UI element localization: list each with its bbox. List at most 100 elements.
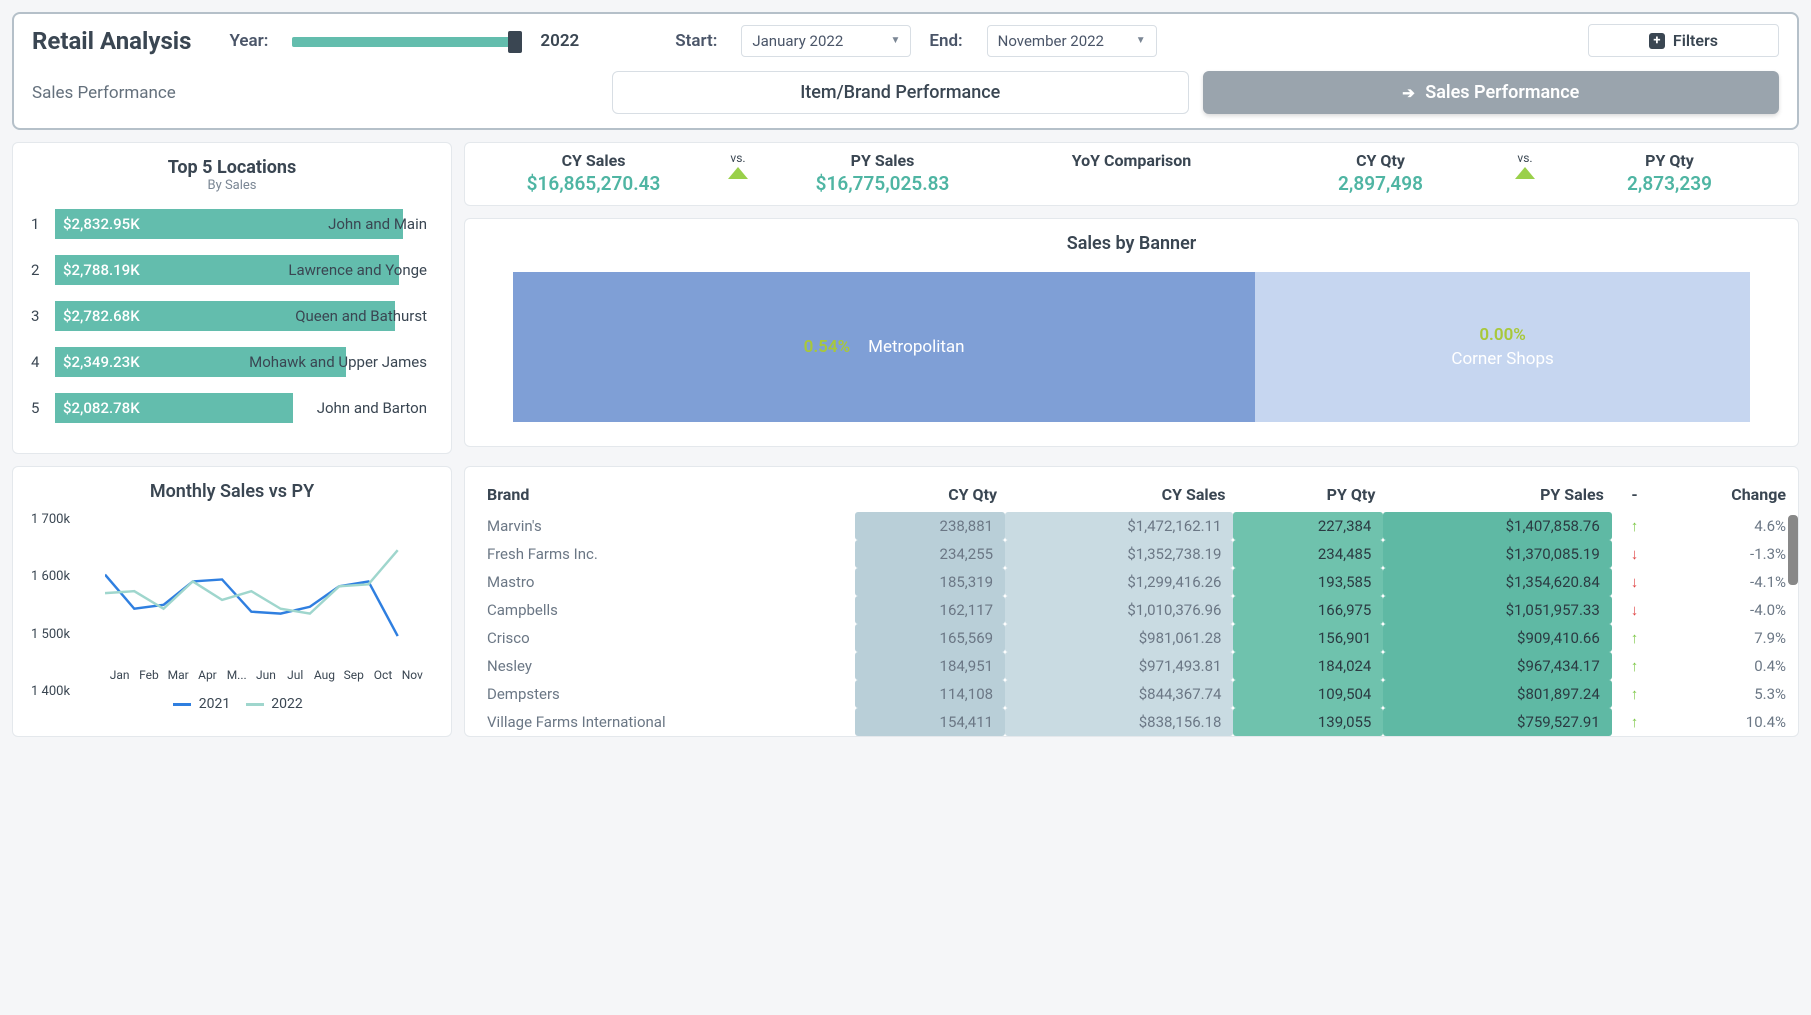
arrow-up-icon: ↑: [1631, 685, 1639, 703]
table-row[interactable]: Village Farms International154,411$838,1…: [479, 708, 1794, 736]
right-column-top: CY Sales $16,865,270.43 vs. PY Sales $16…: [464, 142, 1799, 454]
kpi-label: YoY Comparison: [1007, 151, 1256, 170]
cell-brand: Crisco: [479, 624, 855, 652]
filters-button[interactable]: + Filters: [1588, 24, 1779, 57]
vs-label: vs.: [1505, 151, 1545, 165]
monthly-chart[interactable]: 1 700k 1 600k 1 500k 1 400k JanFebMarApr…: [31, 512, 433, 712]
table-row[interactable]: Crisco165,569$981,061.28156,901$909,410.…: [479, 624, 1794, 652]
bar-outer: $2,832.95KJohn and Main: [55, 209, 433, 239]
col-direction[interactable]: -: [1612, 477, 1657, 512]
cell-cysales: $981,061.28: [1005, 624, 1233, 652]
bar-rank: 4: [31, 353, 45, 371]
banner-segment-corner-shops[interactable]: 0.00% Corner Shops: [1255, 272, 1750, 422]
end-date-value: November 2022: [998, 32, 1104, 50]
bar-rank: 2: [31, 261, 45, 279]
plus-icon: +: [1649, 33, 1665, 49]
cell-pyqty: 184,024: [1233, 652, 1383, 680]
x-tick: Sep: [339, 668, 368, 682]
kpi-yoy: YoY Comparison: [1007, 151, 1256, 170]
series-2021: [105, 575, 398, 636]
x-axis: JanFebMarAprM...JunJulAugSepOctNov: [105, 668, 427, 682]
bar-rank: 5: [31, 399, 45, 417]
cell-cysales: $1,299,416.26: [1005, 568, 1233, 596]
start-date-dropdown[interactable]: January 2022 ▼: [741, 25, 911, 57]
cell-cyqty: 185,319: [855, 568, 1005, 596]
cell-cysales: $1,352,738.19: [1005, 540, 1233, 568]
cell-pyqty: 139,055: [1233, 708, 1383, 736]
top5-bar-row[interactable]: 4 $2,349.23KMohawk and Upper James: [31, 347, 433, 377]
cell-change: 4.6%: [1657, 512, 1794, 540]
tab-sales-performance[interactable]: ➔ Sales Performance: [1203, 71, 1780, 114]
legend-label-2022: 2022: [271, 696, 302, 712]
table-row[interactable]: Dempsters114,108$844,367.74109,504$801,8…: [479, 680, 1794, 708]
cell-direction: ↓: [1612, 540, 1657, 568]
cell-pysales: $801,897.24: [1383, 680, 1611, 708]
legend-swatch-2021: [173, 703, 191, 706]
kpi-value: $16,775,025.83: [758, 172, 1007, 195]
legend-label-2021: 2021: [199, 696, 230, 712]
brand-table: Brand CY Qty CY Sales PY Qty PY Sales - …: [479, 477, 1794, 736]
year-value: 2022: [540, 31, 579, 51]
table-row[interactable]: Marvin's238,881$1,472,162.11227,384$1,40…: [479, 512, 1794, 540]
col-cysales[interactable]: CY Sales: [1005, 477, 1233, 512]
cell-brand: Mastro: [479, 568, 855, 596]
header-row-tabs: Sales Performance Item/Brand Performance…: [32, 71, 1779, 114]
top5-bar-row[interactable]: 3$2,782.68KQueen and Bathurst: [31, 301, 433, 331]
cell-pyqty: 193,585: [1233, 568, 1383, 596]
legend: 2021 2022: [31, 696, 433, 712]
x-tick: Jul: [281, 668, 310, 682]
cell-change: 10.4%: [1657, 708, 1794, 736]
table-row[interactable]: Mastro185,319$1,299,416.26193,585$1,354,…: [479, 568, 1794, 596]
slider-handle[interactable]: [508, 31, 522, 53]
scrollbar[interactable]: [1788, 515, 1798, 585]
year-slider[interactable]: [292, 31, 522, 51]
cell-cysales: $844,367.74: [1005, 680, 1233, 708]
banner-chart[interactable]: 0.54% Metropolitan 0.00% Corner Shops: [513, 272, 1750, 422]
line-plot: [105, 518, 427, 655]
top5-locations-card: Top 5 Locations By Sales 1$2,832.95KJohn…: [12, 142, 452, 454]
cell-brand: Village Farms International: [479, 708, 855, 736]
bar-label: Mohawk and Upper James: [249, 347, 427, 377]
cell-change: 0.4%: [1657, 652, 1794, 680]
col-brand[interactable]: Brand: [479, 477, 855, 512]
top5-bars: 1$2,832.95KJohn and Main 2$2,788.19KLawre…: [31, 209, 433, 423]
top5-bar-row[interactable]: 5$2,082.78KJohn and Barton: [31, 393, 433, 423]
cell-cyqty: 184,951: [855, 652, 1005, 680]
start-label: Start:: [675, 31, 717, 51]
col-change[interactable]: Change: [1657, 477, 1794, 512]
cell-brand: Dempsters: [479, 680, 855, 708]
cell-cysales: $971,493.81: [1005, 652, 1233, 680]
cell-pyqty: 109,504: [1233, 680, 1383, 708]
monthly-sales-card: Monthly Sales vs PY 1 700k 1 600k 1 500k…: [12, 466, 452, 737]
kpi-value: 2,897,498: [1256, 172, 1505, 195]
bar-outer: $2,349.23KMohawk and Upper James: [55, 347, 433, 377]
cell-pyqty: 166,975: [1233, 596, 1383, 624]
cell-cyqty: 162,117: [855, 596, 1005, 624]
tab-item-brand-performance[interactable]: Item/Brand Performance: [612, 71, 1189, 114]
arrow-right-circle-icon: ➔: [1402, 84, 1415, 102]
kpi-strip: CY Sales $16,865,270.43 vs. PY Sales $16…: [464, 142, 1799, 206]
cell-pysales: $759,527.91: [1383, 708, 1611, 736]
col-pysales[interactable]: PY Sales: [1383, 477, 1611, 512]
banner-segment-metropolitan[interactable]: 0.54% Metropolitan: [513, 272, 1255, 422]
table-row[interactable]: Campbells162,117$1,010,376.96166,975$1,0…: [479, 596, 1794, 624]
col-pyqty[interactable]: PY Qty: [1233, 477, 1383, 512]
cell-pyqty: 227,384: [1233, 512, 1383, 540]
filters-label: Filters: [1673, 31, 1718, 50]
end-date-dropdown[interactable]: November 2022 ▼: [987, 25, 1157, 57]
tab-label: Sales Performance: [1425, 82, 1579, 103]
arrow-down-icon: ↓: [1631, 601, 1639, 619]
cell-cyqty: 165,569: [855, 624, 1005, 652]
cell-pysales: $1,354,620.84: [1383, 568, 1611, 596]
header-row-controls: Retail Analysis Year: 2022 Start: Januar…: [32, 24, 1779, 57]
banner-pct: 0.54%: [804, 337, 851, 357]
table-row[interactable]: Fresh Farms Inc.234,255$1,352,738.19234,…: [479, 540, 1794, 568]
top5-bar-row[interactable]: 1$2,832.95KJohn and Main: [31, 209, 433, 239]
kpi-label: CY Sales: [469, 151, 718, 170]
slider-track: [292, 37, 522, 47]
table-row[interactable]: Nesley184,951$971,493.81184,024$967,434.…: [479, 652, 1794, 680]
top5-bar-row[interactable]: 2$2,788.19KLawrence and Yonge: [31, 255, 433, 285]
bar-label: Lawrence and Yonge: [288, 255, 427, 285]
col-cyqty[interactable]: CY Qty: [855, 477, 1005, 512]
banner-name: Corner Shops: [1451, 349, 1553, 369]
